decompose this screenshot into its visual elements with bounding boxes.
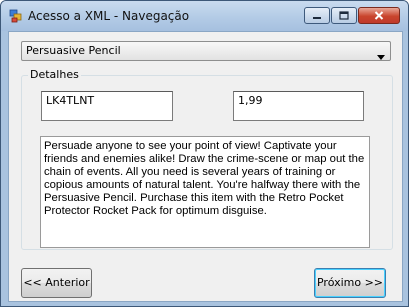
maximize-button[interactable] — [331, 7, 357, 24]
price-field[interactable]: 1,99 — [233, 91, 364, 121]
details-group: Detalhes LK4TLNT 1,99 Persuade anyone to… — [21, 68, 393, 250]
window-title: Acesso a XML - Navegação — [28, 9, 190, 23]
title-bar[interactable]: Acesso a XML - Navegação — [1, 1, 408, 31]
minimize-icon — [313, 16, 321, 19]
maximize-icon — [339, 11, 349, 20]
close-button[interactable] — [358, 7, 400, 24]
close-icon — [374, 11, 384, 20]
product-code-field[interactable]: LK4TLNT — [41, 91, 173, 121]
description-textarea[interactable]: Persuade anyone to see your point of vie… — [40, 136, 370, 248]
app-window-icon — [9, 9, 23, 23]
details-group-label: Detalhes — [28, 68, 81, 81]
main-window: Acesso a XML - Navegação Persuasive Penc… — [0, 0, 409, 307]
minimize-button[interactable] — [304, 7, 330, 24]
product-dropdown[interactable]: Persuasive Pencil — [21, 41, 391, 61]
product-dropdown-value: Persuasive Pencil — [26, 44, 121, 57]
caption-buttons — [304, 7, 400, 24]
client-area: Persuasive Pencil Detalhes LK4TLNT 1,99 … — [8, 31, 403, 302]
chevron-down-icon[interactable] — [377, 48, 385, 66]
next-button[interactable]: Próximo >> — [314, 268, 386, 298]
previous-button[interactable]: << Anterior — [21, 268, 92, 298]
